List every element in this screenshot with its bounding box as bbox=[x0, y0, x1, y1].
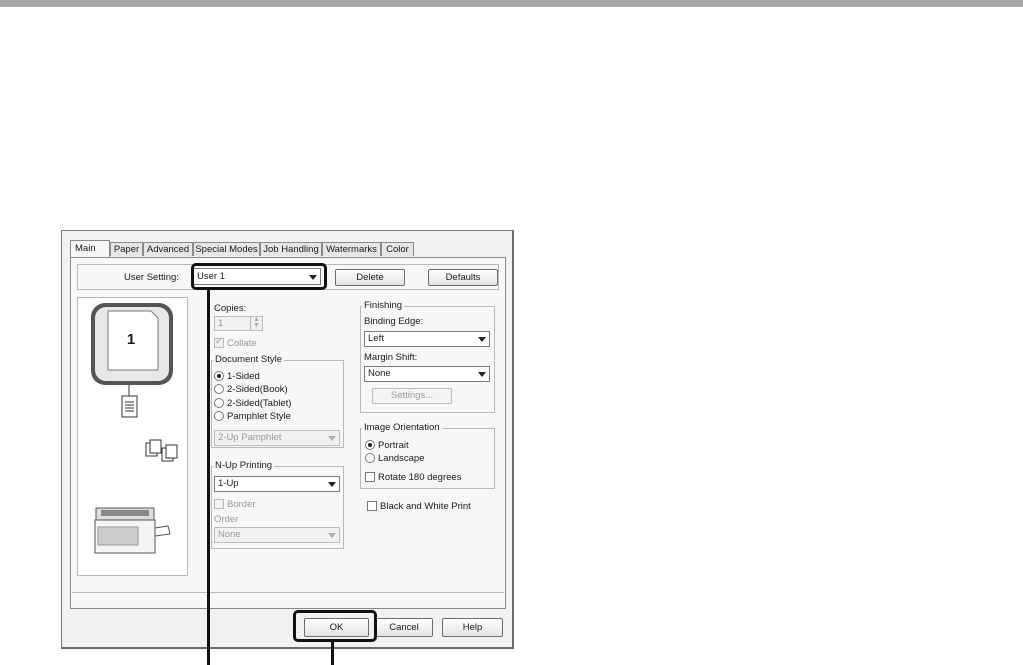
tab-main[interactable]: Main bbox=[70, 240, 110, 258]
border-checkbox[interactable] bbox=[214, 499, 224, 509]
radio-2-sided-tablet[interactable] bbox=[214, 398, 224, 408]
user-setting-callout-line bbox=[207, 290, 210, 665]
radio-1-sided[interactable] bbox=[214, 371, 224, 381]
tab-job-handling[interactable]: Job Handling bbox=[260, 242, 322, 256]
user-setting-callout bbox=[191, 263, 327, 290]
radio-landscape[interactable] bbox=[365, 453, 375, 463]
border-label: Border bbox=[227, 499, 256, 510]
portrait-label: Portrait bbox=[378, 440, 409, 451]
delete-button[interactable]: Delete bbox=[335, 269, 405, 286]
status-strip bbox=[72, 592, 504, 606]
top-gray-bar bbox=[0, 0, 1023, 7]
chevron-down-icon bbox=[478, 372, 486, 377]
tab-paper[interactable]: Paper bbox=[110, 242, 143, 256]
orientation-label: Image Orientation bbox=[362, 422, 442, 433]
rotate-180-checkbox[interactable] bbox=[365, 472, 375, 482]
collate-checkbox[interactable] bbox=[214, 336, 224, 348]
option-2-sided-tablet-label: 2-Sided(Tablet) bbox=[227, 398, 292, 409]
user-setting-label: User Setting: bbox=[124, 272, 179, 283]
radio-2-sided-book[interactable] bbox=[214, 384, 224, 394]
printer-properties-dialog: Main Paper Advanced Special Modes Job Ha… bbox=[61, 230, 514, 649]
binding-edge-combo[interactable]: Left bbox=[364, 331, 490, 347]
preview-page-number: 1 bbox=[126, 331, 136, 348]
binding-edge-label: Binding Edge: bbox=[364, 316, 424, 327]
tab-special-modes[interactable]: Special Modes bbox=[193, 242, 260, 256]
copies-spinner[interactable]: 1 ▲ ▼ bbox=[214, 316, 263, 331]
printer-tray-icon bbox=[154, 525, 171, 537]
black-white-label: Black and White Print bbox=[380, 501, 471, 512]
copies-label: Copies: bbox=[214, 303, 247, 314]
ok-button-callout bbox=[293, 610, 377, 642]
document-style-label: Document Style bbox=[213, 354, 285, 365]
settings-button[interactable]: Settings... bbox=[372, 388, 452, 404]
option-pamphlet-style-label: Pamphlet Style bbox=[227, 411, 291, 422]
tab-watermarks[interactable]: Watermarks bbox=[322, 242, 381, 256]
landscape-label: Landscape bbox=[378, 453, 425, 464]
option-2-sided-book-label: 2-Sided(Book) bbox=[227, 384, 288, 395]
collate-label: Collate bbox=[227, 338, 257, 349]
chevron-down-icon bbox=[328, 436, 336, 441]
tab-advanced[interactable]: Advanced bbox=[143, 242, 193, 256]
finishing-label: Finishing bbox=[362, 300, 405, 311]
option-1-sided-label: 1-Sided bbox=[227, 371, 260, 382]
chevron-down-icon bbox=[478, 337, 486, 342]
ok-callout-line bbox=[331, 642, 334, 665]
chevron-down-icon bbox=[328, 533, 336, 538]
tab-color[interactable]: Color bbox=[381, 242, 414, 256]
pamphlet-combo[interactable]: 2-Up Pamphlet bbox=[214, 430, 340, 446]
defaults-button[interactable]: Defaults bbox=[428, 269, 498, 286]
margin-shift-combo[interactable]: None bbox=[364, 366, 490, 382]
order-label: Order bbox=[214, 514, 239, 525]
margin-shift-label: Margin Shift: bbox=[364, 352, 418, 363]
nup-label: N-Up Printing bbox=[213, 460, 275, 471]
cancel-button[interactable]: Cancel bbox=[375, 618, 433, 637]
main-tab-panel: User Setting: User 1 Delete Defaults 1 C… bbox=[70, 257, 506, 609]
radio-portrait[interactable] bbox=[365, 440, 375, 450]
order-combo[interactable]: None bbox=[214, 527, 340, 543]
nup-combo[interactable]: 1-Up bbox=[214, 476, 340, 492]
help-button[interactable]: Help bbox=[442, 618, 503, 637]
black-white-checkbox[interactable] bbox=[367, 501, 377, 511]
chevron-down-icon bbox=[328, 482, 336, 487]
preview-area: 1 bbox=[77, 297, 188, 576]
single-page-icon bbox=[121, 395, 138, 418]
radio-pamphlet-style[interactable] bbox=[214, 411, 224, 421]
rotate-180-label: Rotate 180 degrees bbox=[378, 472, 462, 483]
spinner-arrows-icon[interactable]: ▲ ▼ bbox=[250, 316, 262, 330]
